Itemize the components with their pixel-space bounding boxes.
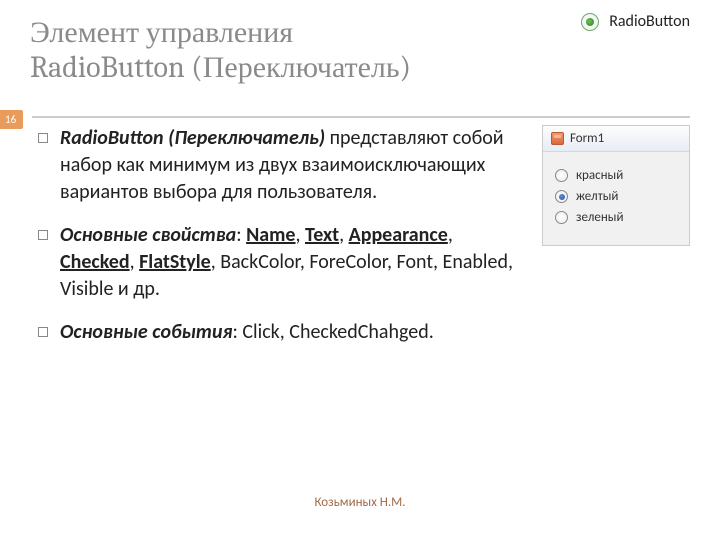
radio-option-red[interactable]: красный [555, 168, 677, 183]
radio-icon [581, 13, 599, 31]
radio-icon [555, 169, 568, 182]
bullet-3-lead: Основные события [60, 320, 233, 344]
bullet-2-lead: Основные свойства [60, 223, 236, 247]
form-screenshot: Form1 красный желтый зеленый [542, 125, 690, 246]
header-radio-label: RadioButton [609, 12, 690, 31]
radio-label: красный [576, 168, 623, 183]
bullet-3: Основные события: Click, CheckedChahged. [38, 319, 526, 346]
radio-label: желтый [576, 189, 618, 204]
radio-option-green[interactable]: зеленый [555, 210, 677, 225]
form-titlebar: Form1 [543, 126, 689, 152]
slide-footer: Козьминых Н.М. [0, 495, 720, 510]
title-divider [32, 116, 690, 118]
form-title: Form1 [570, 131, 604, 146]
form-body: красный желтый зеленый [543, 152, 689, 245]
header-radio-example: RadioButton [581, 12, 690, 31]
bullet-3-rest: : Click, CheckedChahged. [233, 320, 434, 344]
page-number-badge: 16 [0, 110, 23, 129]
radio-label: зеленый [576, 210, 624, 225]
bullet-list: RadioButton (Переключатель) представляют… [30, 125, 526, 362]
title-line-1: Элемент управления [30, 15, 293, 50]
bullet-1-strong: RadioButton (Переключатель) [60, 126, 325, 150]
radio-icon [555, 211, 568, 224]
bullet-2: Основные свойства: Name, Text, Appearanc… [38, 222, 526, 303]
title-line-2: RadioButton (Переключатель) [30, 50, 411, 85]
bullet-1: RadioButton (Переключатель) представляют… [38, 125, 526, 206]
form-app-icon [551, 132, 564, 145]
radio-icon [555, 190, 568, 203]
radio-option-yellow[interactable]: желтый [555, 189, 677, 204]
